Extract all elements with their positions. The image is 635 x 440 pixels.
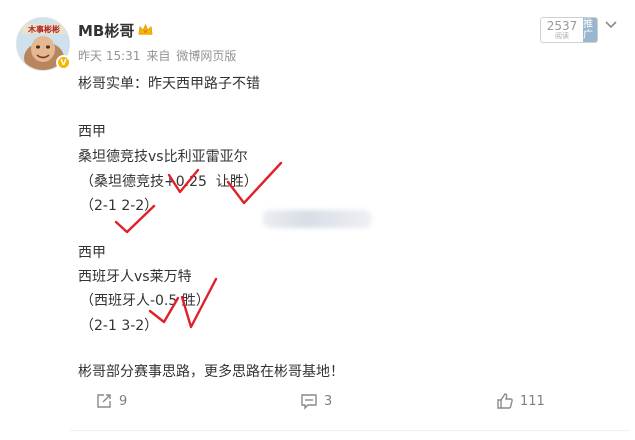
post-line-pick-2: （西班牙人-0.5 胜） — [80, 293, 210, 309]
post-line-closing: 彬哥部分赛事思路，更多思路在彬哥基地！ — [78, 364, 344, 380]
avatar-logo-text: 木事彬彬 — [27, 24, 60, 34]
read-count: 2537 — [546, 19, 578, 33]
post-meta: 昨天 15:31 来自 微博网页版 — [78, 47, 236, 64]
author-name[interactable]: MB彬哥 — [78, 20, 153, 41]
chevron-down-icon[interactable] — [604, 20, 618, 30]
repost-button[interactable]: 9 — [95, 392, 127, 410]
like-button[interactable]: 111 — [496, 392, 545, 410]
post-line-score-2: （2-1 3-2） — [80, 318, 159, 334]
post-line-match-2: 西班牙人vs莱万特 — [78, 269, 192, 285]
crown-icon — [138, 23, 153, 35]
promote-button[interactable]: 推广 — [583, 18, 597, 42]
comment-count: 3 — [324, 393, 333, 409]
action-bar: 9 3 111 — [0, 392, 635, 416]
read-counter[interactable]: 2537 阅读 推广 — [540, 17, 598, 43]
read-count-box: 2537 阅读 — [541, 18, 583, 42]
thumbs-up-icon — [497, 393, 513, 409]
post-line-match-1: 桑坦德竞技vs比利亚雷亚尔 — [78, 149, 248, 165]
post-time[interactable]: 昨天 15:31 — [78, 47, 140, 64]
post-source[interactable]: 微博网页版 — [176, 47, 236, 64]
read-count-label: 阅读 — [555, 32, 569, 40]
comment-button[interactable]: 3 — [300, 392, 332, 410]
post-line-pick-1: （桑坦德竞技+0.25 让胜） — [80, 174, 258, 190]
blurred-sticker — [262, 210, 372, 228]
verified-badge-icon: V — [56, 55, 71, 70]
comment-icon — [301, 394, 317, 410]
post-line-league-2: 西甲 — [78, 245, 106, 261]
post-line-league-1: 西甲 — [78, 124, 106, 140]
like-count: 111 — [520, 393, 545, 409]
repost-count: 9 — [119, 393, 128, 409]
post-line-score-1: （2-1 2-2） — [80, 198, 159, 214]
post-line-intro: 彬哥实单：昨天西甲路子不错 — [78, 76, 260, 92]
divider — [70, 430, 630, 431]
author-name-text: MB彬哥 — [78, 22, 135, 40]
share-icon — [97, 394, 111, 408]
post-source-prefix: 来自 — [146, 49, 171, 63]
